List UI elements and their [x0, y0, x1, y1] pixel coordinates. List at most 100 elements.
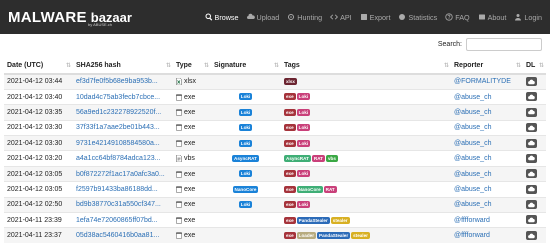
reporter-link[interactable]: @abuse_ch	[451, 165, 523, 182]
column-header-date[interactable]: Date (UTC) ⇅	[4, 58, 73, 75]
hash-link[interactable]: ef3d7fe0f5b68e9ba953b...	[73, 73, 173, 90]
signature-badge[interactable]: Loki	[238, 108, 253, 116]
nav-hunting[interactable]: Hunting	[287, 13, 322, 22]
download-button[interactable]	[526, 153, 537, 163]
reporter-link[interactable]: @fffforward	[451, 212, 523, 228]
tag-badge[interactable]: exe	[284, 139, 296, 147]
column-header-reporter[interactable]: Reporter ⇅	[451, 58, 523, 75]
tag-badge[interactable]: Loki	[296, 124, 311, 132]
tag-badge[interactable]: Loki	[296, 201, 311, 209]
column-header-tags[interactable]: Tags ⇅	[281, 58, 451, 75]
nav-export[interactable]: Export	[360, 13, 390, 22]
nav-api[interactable]: API	[330, 13, 352, 22]
tag-badge[interactable]: Loki	[296, 170, 311, 178]
tag-badge[interactable]: xlsx	[284, 78, 297, 86]
hash-link[interactable]: f2597b91433ba86188dd...	[73, 181, 173, 198]
reporter-link[interactable]: @abuse_ch	[451, 196, 523, 213]
nav-faq[interactable]: FAQ	[445, 13, 470, 22]
hash-link[interactable]: 10dad4c75ab3fecb7cbce...	[73, 88, 173, 105]
tag-badge[interactable]: exe	[284, 124, 296, 132]
download-button[interactable]	[526, 92, 537, 102]
reporter-link[interactable]: @abuse_ch	[451, 135, 523, 151]
column-header-hash[interactable]: SHA256 hash ⇅	[73, 58, 173, 75]
tag-badge[interactable]: NanoCore	[296, 185, 323, 193]
hash-link[interactable]: bd9b38770c31a550cf347...	[73, 196, 173, 213]
nav-about[interactable]: About	[478, 13, 506, 22]
signature-cell: NanoCore	[211, 181, 281, 198]
column-header-download[interactable]: DL ⇅	[523, 58, 546, 75]
tag-badge[interactable]: exe	[284, 216, 296, 224]
reporter-link[interactable]: @abuse_ch	[451, 104, 523, 121]
sort-icon: ⇅	[443, 63, 449, 69]
tag-badge[interactable]: Loader	[296, 232, 316, 240]
signature-badge[interactable]: Loki	[238, 201, 253, 209]
tag-badge[interactable]: exe	[284, 93, 296, 101]
site-logo[interactable]: MALWARE bazaar	[8, 10, 132, 25]
nav-login[interactable]: Login	[514, 13, 542, 22]
tag-badge[interactable]: Loki	[296, 93, 311, 101]
download-button[interactable]	[526, 231, 537, 241]
hash-link[interactable]: 9731e42149108584580a...	[73, 135, 173, 151]
tag-badge[interactable]: RAT	[311, 154, 325, 162]
table-row: 2021-04-12 03:44 ef3d7fe0f5b68e9ba953b...…	[4, 73, 546, 90]
signature-badge[interactable]: NanoCore	[232, 185, 259, 193]
tag-badge[interactable]: stealer	[351, 232, 370, 240]
cloud-download-icon	[528, 186, 535, 192]
column-header-signature[interactable]: Signature ⇅	[211, 58, 281, 75]
tag-badge[interactable]: AsyncRAT	[284, 154, 311, 162]
download-button[interactable]	[526, 215, 537, 225]
reporter-link[interactable]: @FORMALITYDE	[451, 73, 523, 90]
search-icon	[205, 13, 213, 21]
reporter-link[interactable]: @abuse_ch	[451, 119, 523, 136]
date-cell: 2021-04-12 03:30	[4, 135, 73, 151]
nav-upload[interactable]: Upload	[246, 13, 279, 22]
signature-badge[interactable]: Loki	[238, 139, 253, 147]
reporter-link[interactable]: @abuse_ch	[451, 88, 523, 105]
tag-badge[interactable]: Loki	[296, 139, 311, 147]
download-button[interactable]	[526, 200, 537, 210]
tag-badge[interactable]: vbs	[326, 154, 338, 162]
tag-badge[interactable]: PandaStealer	[296, 216, 330, 224]
reporter-link[interactable]: @abuse_ch	[451, 181, 523, 198]
hash-link[interactable]: 37f33f1a7aae2be01b443...	[73, 119, 173, 136]
hash-link[interactable]: a4a1cc64bf8784adca123...	[73, 150, 173, 167]
tag-badge[interactable]: exe	[284, 185, 296, 193]
tags-cell: exe Loki	[281, 165, 451, 182]
hash-link[interactable]: 1efa74e72060865ff07bd...	[73, 212, 173, 228]
signature-badge[interactable]: AsyncRAT	[232, 154, 259, 162]
signature-badge[interactable]: Loki	[238, 93, 253, 101]
search-input[interactable]	[466, 38, 542, 51]
hash-link[interactable]: 56a9ed1c232278922520f...	[73, 104, 173, 121]
tag-badge[interactable]: exe	[284, 108, 296, 116]
type-label: exe	[184, 124, 196, 132]
nav-browse[interactable]: Browse	[205, 13, 239, 22]
download-button[interactable]	[526, 77, 537, 87]
signature-badge[interactable]: Loki	[238, 124, 253, 132]
cloud-download-icon	[528, 109, 535, 115]
type-label: exe	[184, 185, 196, 193]
hash-link[interactable]: b0f872272f1ac17a0afc3a0...	[73, 165, 173, 182]
download-button[interactable]	[526, 169, 537, 179]
tag-badge[interactable]: PandaStealer	[317, 232, 351, 240]
download-button[interactable]	[526, 107, 537, 117]
tag-badge[interactable]: RAT	[323, 185, 337, 193]
tag-badge[interactable]: Loki	[296, 108, 311, 116]
signature-badge[interactable]: Loki	[238, 170, 253, 178]
cloud-download-icon	[528, 171, 535, 177]
tag-badge[interactable]: exe	[284, 170, 296, 178]
download-button[interactable]	[526, 123, 537, 133]
cloud-download-icon	[528, 233, 535, 239]
tag-badge[interactable]: exe	[284, 232, 296, 240]
sort-icon: ⇅	[165, 63, 171, 69]
download-cell	[523, 135, 546, 151]
tag-badge[interactable]: stealer	[330, 216, 350, 224]
download-button[interactable]	[526, 138, 537, 148]
column-header-type[interactable]: Type ⇅	[173, 58, 211, 75]
nav-statistics[interactable]: Statistics	[398, 13, 437, 22]
reporter-link[interactable]: @abuse_ch	[451, 150, 523, 167]
download-button[interactable]	[526, 184, 537, 194]
script-file-icon	[176, 155, 182, 163]
exe-file-icon	[176, 216, 182, 224]
tag-badge[interactable]: exe	[284, 201, 296, 209]
table-row: 2021-04-12 03:20 a4a1cc64bf8784adca123...…	[4, 150, 546, 167]
